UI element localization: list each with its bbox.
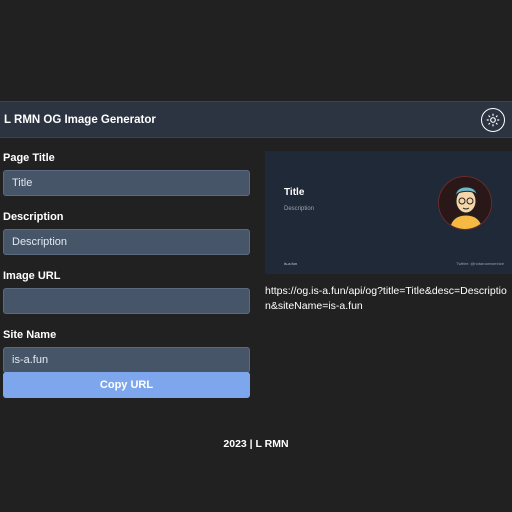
description-label: Description: [3, 211, 64, 223]
avatar: [438, 176, 492, 230]
preview-title: Title: [284, 187, 305, 198]
app-header: L RMN OG Image Generator: [0, 101, 512, 138]
copy-url-button[interactable]: Copy URL: [3, 372, 250, 398]
site-name-label: Site Name: [3, 329, 57, 341]
og-image-preview: Title Description is-a.fun Twitter: @not…: [265, 151, 512, 274]
page-title-label: Page Title: [3, 152, 55, 164]
generated-url: https://og.is-a.fun/api/og?title=Title&d…: [265, 285, 507, 312]
preview-twitter: Twitter: @notaroomservice: [456, 261, 504, 266]
page-title-input[interactable]: [3, 170, 250, 196]
image-url-input[interactable]: [3, 288, 250, 314]
preview-site-name: is-a.fun: [284, 261, 298, 266]
preview-description: Description: [284, 206, 315, 212]
site-name-input[interactable]: [3, 347, 250, 373]
og-form: Page Title Description Image URL Site Na…: [3, 150, 250, 373]
image-url-label: Image URL: [3, 270, 61, 282]
footer-text: 2023 | L RMN: [223, 438, 289, 450]
description-input[interactable]: [3, 229, 250, 255]
app-title: L RMN OG Image Generator: [4, 113, 156, 126]
theme-toggle-button[interactable]: [481, 107, 505, 132]
sun-icon: [486, 113, 500, 126]
